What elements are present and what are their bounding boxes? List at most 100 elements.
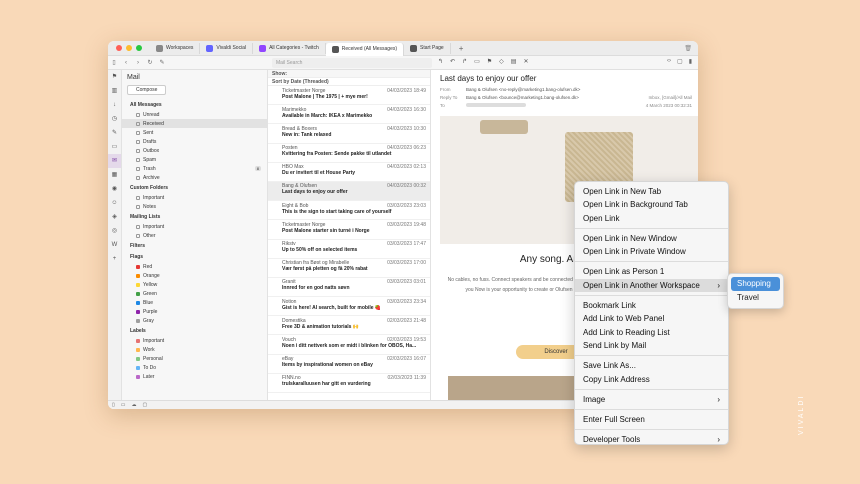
flag-item[interactable]: Green (122, 289, 267, 298)
menu-item[interactable]: Developer Tools › (575, 433, 728, 446)
menu-item[interactable]: Bookmark Link (575, 299, 728, 312)
sync-icon[interactable]: ☁ (132, 402, 137, 408)
label-item[interactable]: Work (122, 345, 267, 354)
message-row[interactable]: Eight & Bob 03/03/2023 23:03 This is the s… (268, 201, 430, 221)
menu-icon[interactable]: ▮ (689, 58, 692, 65)
folder-item[interactable]: Archive (122, 173, 267, 182)
add-panel-icon[interactable]: + (108, 252, 121, 266)
menu-item[interactable]: Copy Link Address (575, 373, 728, 386)
label-item[interactable]: Later (122, 372, 267, 381)
contacts-icon[interactable]: ☺ (108, 196, 121, 210)
flag-item[interactable]: Red (122, 262, 267, 271)
bookmarks-icon[interactable]: ⚑ (108, 70, 121, 84)
menu-item[interactable]: Add Link to Web Panel (575, 312, 728, 325)
back-icon[interactable]: ‹ (120, 60, 132, 66)
window-icon[interactable]: ▭ (108, 140, 121, 154)
folder-item[interactable]: Outbox (122, 146, 267, 155)
message-row[interactable]: Marimekko 04/03/2023 16:30 Available in Ma… (268, 105, 430, 125)
flags-header[interactable]: Flags (122, 252, 267, 262)
reply-icon[interactable]: ↰ (438, 58, 443, 65)
flag-item[interactable]: Orange (122, 271, 267, 280)
menu-item[interactable]: Open Link in Another Workspace › (575, 278, 728, 293)
flag-icon[interactable]: ⚑ (487, 58, 492, 65)
menu-item[interactable]: Open Link in Private Window (575, 245, 728, 258)
mastodon-icon[interactable]: ◈ (108, 210, 121, 224)
tab-1[interactable]: Workspaces (150, 42, 201, 54)
menu-item[interactable]: Open Link as Person 1 (575, 265, 728, 278)
mailing-lists-header[interactable]: Mailing Lists (122, 212, 267, 222)
window-icon[interactable]: ▢ (143, 402, 148, 408)
message-row[interactable]: Ticketmaster Norge 04/03/2023 18:49 Post M… (268, 86, 430, 106)
message-row[interactable]: Posten 04/03/2023 06:23 Kvittering fra Pos… (268, 144, 430, 163)
workspace-item[interactable]: Travel (731, 291, 780, 305)
folder-item[interactable]: Trash 8 (122, 164, 267, 173)
folder-item[interactable]: Received (122, 119, 267, 128)
menu-item[interactable]: Save Link As... (575, 359, 728, 372)
message-row[interactable]: Domestika 02/03/2023 21:48 Free 3D & anima… (268, 316, 430, 336)
label-item[interactable]: Personal (122, 354, 267, 363)
archive-icon[interactable]: ▤ (511, 58, 517, 65)
forward-icon[interactable]: › (132, 60, 144, 66)
zoom-window-button[interactable] (136, 45, 142, 51)
message-row[interactable]: Notion 03/03/2023 23:34 Gist is here! AI s… (268, 297, 430, 317)
downloads-icon[interactable]: ↓ (108, 98, 121, 112)
mail-search-input[interactable]: Mail Search (272, 58, 432, 68)
tab-2[interactable]: Vivaldi Social (200, 42, 254, 54)
message-row[interactable]: Christian fra Bøst og Mirabelle 03/03/202… (268, 259, 430, 278)
label-item[interactable]: Important (122, 336, 267, 345)
closed-tabs-icon[interactable]: 🗑 (684, 45, 698, 52)
menu-item[interactable]: Add Link to Reading List (575, 326, 728, 339)
mailing-list-item[interactable]: Other (122, 231, 267, 240)
custom-folder-item[interactable]: Notes (122, 202, 267, 211)
flag-item[interactable]: Blue (122, 298, 267, 307)
sort-selector[interactable]: Sort by Date (Threaded) (268, 78, 430, 86)
menu-item[interactable]: Send Link by Mail (575, 339, 728, 352)
menu-item[interactable]: Open Link in New Window (575, 232, 728, 245)
close-window-button[interactable] (116, 45, 122, 51)
folder-item[interactable]: Sent (122, 128, 267, 137)
extensions-icon[interactable]: ▢ (677, 58, 683, 65)
label-item[interactable]: To Do (122, 363, 267, 372)
tab-5[interactable]: Start Page (404, 42, 451, 54)
flag-item[interactable]: Purple (122, 307, 267, 316)
reply-all-icon[interactable]: ↶ (450, 58, 455, 65)
menu-item[interactable]: Open Link in Background Tab (575, 198, 728, 211)
message-row[interactable]: FINN.no 02/03/2023 11:39 trulskaralluusen … (268, 374, 430, 393)
message-row[interactable]: Granit 03/03/2023 03:01 Innred for en god … (268, 278, 430, 298)
tab-3[interactable]: All Categories - Twitch (253, 42, 326, 54)
workspace-item[interactable]: Shopping (731, 277, 780, 291)
tab-4[interactable]: Received (All Messages) (325, 42, 405, 56)
mail-icon[interactable]: ✉ (108, 154, 121, 168)
notes-icon[interactable]: ✎ (108, 126, 121, 140)
wikipedia-icon[interactable]: W (108, 238, 121, 252)
label-icon[interactable]: ◇ (499, 58, 504, 65)
menu-item[interactable]: Image › (575, 393, 728, 406)
minimize-window-button[interactable] (126, 45, 132, 51)
message-row[interactable]: Rikstv 03/03/2023 17:47 Up to 50% off on s… (268, 240, 430, 259)
menu-item[interactable]: Enter Full Screen (575, 413, 728, 426)
panel-toggle-icon[interactable]: ▯ (112, 402, 115, 408)
message-row[interactable]: Ticketmaster Norge 03/03/2023 19:48 Post M… (268, 220, 430, 240)
filters-header[interactable]: Filters (122, 241, 267, 251)
menu-item[interactable]: Open Link (575, 212, 728, 225)
labels-header[interactable]: Labels (122, 326, 267, 336)
reload-icon[interactable]: ↻ (144, 59, 156, 66)
new-tab-button[interactable]: + (451, 44, 472, 53)
message-row[interactable]: Bang & Olufsen 04/03/2023 00:32 Last days … (268, 181, 430, 202)
flag-item[interactable]: Gray (122, 316, 267, 325)
compose-button[interactable]: Compose (127, 85, 167, 95)
mailing-list-item[interactable]: Important (122, 222, 267, 231)
edit-icon[interactable]: ✎ (156, 59, 168, 66)
custom-folders-header[interactable]: Custom Folders (122, 183, 267, 193)
delete-icon[interactable]: ✕ (523, 58, 528, 65)
vivaldi-icon[interactable]: ◎ (108, 224, 121, 238)
forward-mail-icon[interactable]: ↱ (462, 58, 467, 65)
menu-item[interactable]: Open Link in New Tab (575, 185, 728, 198)
message-row[interactable]: Vouch 02/03/2023 19:53 Noen i ditt nettver… (268, 335, 430, 355)
custom-folder-item[interactable]: Important (122, 193, 267, 202)
folder-item[interactable]: Spam (122, 155, 267, 164)
reading-list-icon[interactable]: ▥ (108, 84, 121, 98)
folder-icon[interactable]: ▭ (474, 58, 480, 65)
show-filter-bar[interactable]: Show: (268, 70, 430, 78)
message-row[interactable]: eBay 02/03/2023 16:07 Items by inspiration… (268, 355, 430, 374)
